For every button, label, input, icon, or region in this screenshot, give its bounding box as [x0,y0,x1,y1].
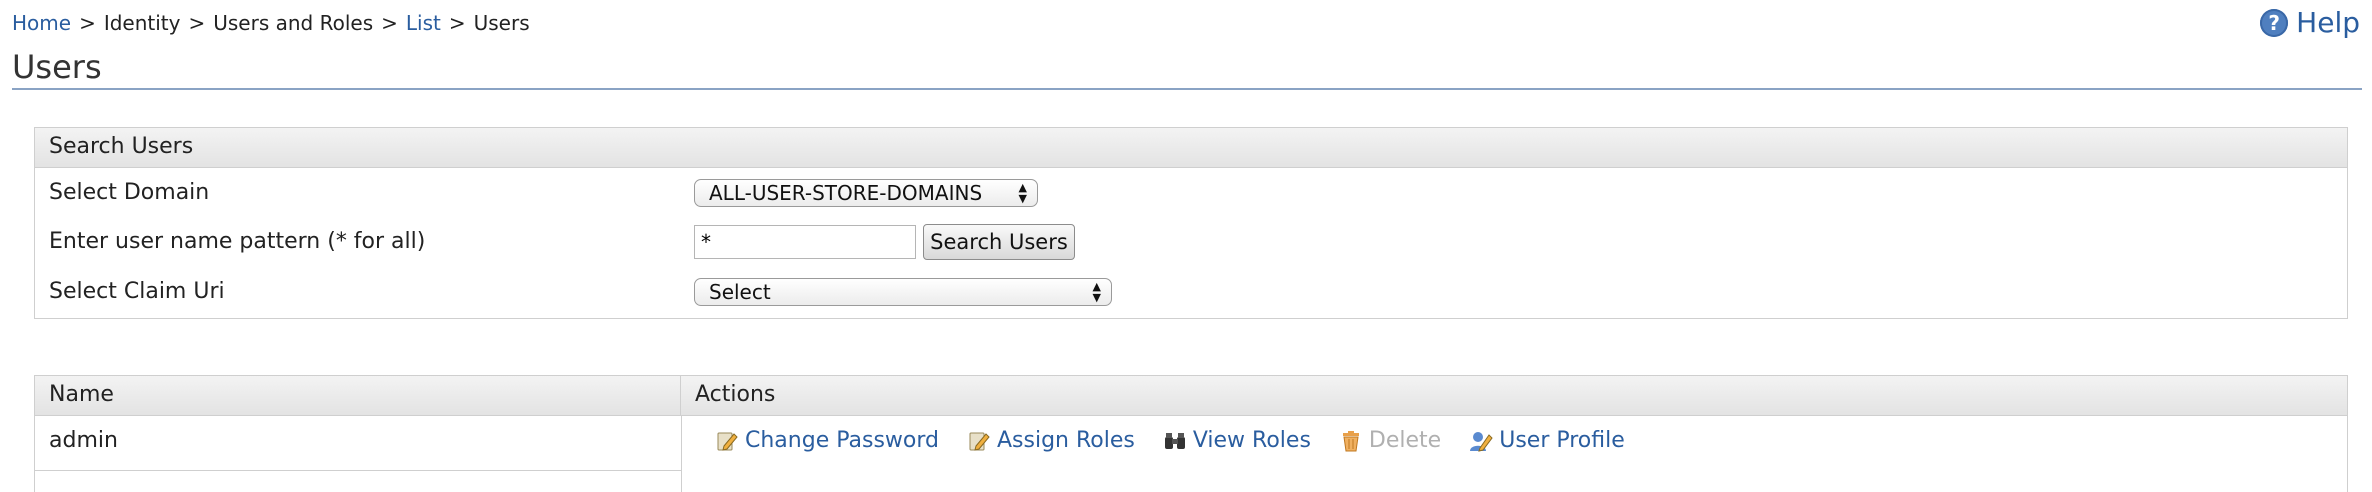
select-arrows-icon: ▲ ▼ [1018,181,1027,205]
search-users-button[interactable]: Search Users [923,224,1075,260]
title-divider [12,88,2362,90]
breadcrumb-separator: > [79,11,96,35]
help-question-icon: ? [2260,8,2289,37]
binoculars-icon [1164,432,1185,449]
breadcrumb-users: Users [473,11,530,35]
assign-roles-label: Assign Roles [996,428,1135,453]
breadcrumb-separator: > [448,11,466,35]
delete-label: Delete [1368,428,1442,453]
breadcrumb-users-and-roles: Users and Roles [213,11,374,35]
column-header-actions: Actions [681,376,2347,416]
help-label: Help [2296,6,2360,39]
help-link[interactable]: ? Help [2260,6,2360,39]
change-password-link[interactable]: Change Password [715,428,939,453]
search-users-panel: Search Users Select Domain ALL-USER-STOR… [34,127,2348,319]
column-divider [681,416,682,492]
user-pattern-input[interactable] [694,225,916,259]
user-profile-label: User Profile [1499,428,1625,453]
claim-uri-select[interactable]: Select ▲ ▼ [694,278,1112,306]
page: Home > Identity > Users and Roles > List > Users… [0,0,2372,492]
user-profile-link[interactable]: User Profile [1469,428,1625,453]
page-title: Users [12,48,102,86]
breadcrumb-separator: > [381,11,398,35]
row-divider [35,470,681,471]
user-actions: Change Password Assign Roles View Roles [715,428,1625,453]
change-password-label: Change Password [745,428,939,453]
breadcrumb: Home > Identity > Users and Roles > List > Users [12,10,530,36]
breadcrumb-separator: > [188,11,206,35]
search-panel-header: Search Users [35,128,2347,168]
user-edit-icon [1470,431,1493,452]
breadcrumb-list-link[interactable]: List [406,11,441,35]
delete-link[interactable]: Delete [1339,428,1441,453]
breadcrumb-home-link[interactable]: Home [12,11,71,35]
domain-select[interactable]: ALL-USER-STORE-DOMAINS ▲ ▼ [694,179,1038,207]
column-header-name: Name [35,376,681,416]
user-pattern-label: Enter user name pattern (* for all) [49,229,426,254]
select-claim-uri-label: Select Claim Uri [49,279,225,304]
edit-pencil-icon [717,432,738,451]
trash-icon [1342,430,1359,451]
select-arrows-icon: ▲ ▼ [1092,280,1101,304]
select-domain-label: Select Domain [49,180,210,205]
user-name-cell: admin [49,428,118,453]
edit-pencil-icon [969,432,990,451]
claim-uri-select-value: Select [709,280,771,304]
view-roles-label: View Roles [1192,428,1311,453]
users-table: Name Actions admin Change Password Assig… [34,375,2348,492]
domain-select-value: ALL-USER-STORE-DOMAINS [709,181,983,205]
breadcrumb-identity: Identity [103,11,181,35]
view-roles-link[interactable]: View Roles [1163,428,1311,453]
assign-roles-link[interactable]: Assign Roles [967,428,1135,453]
